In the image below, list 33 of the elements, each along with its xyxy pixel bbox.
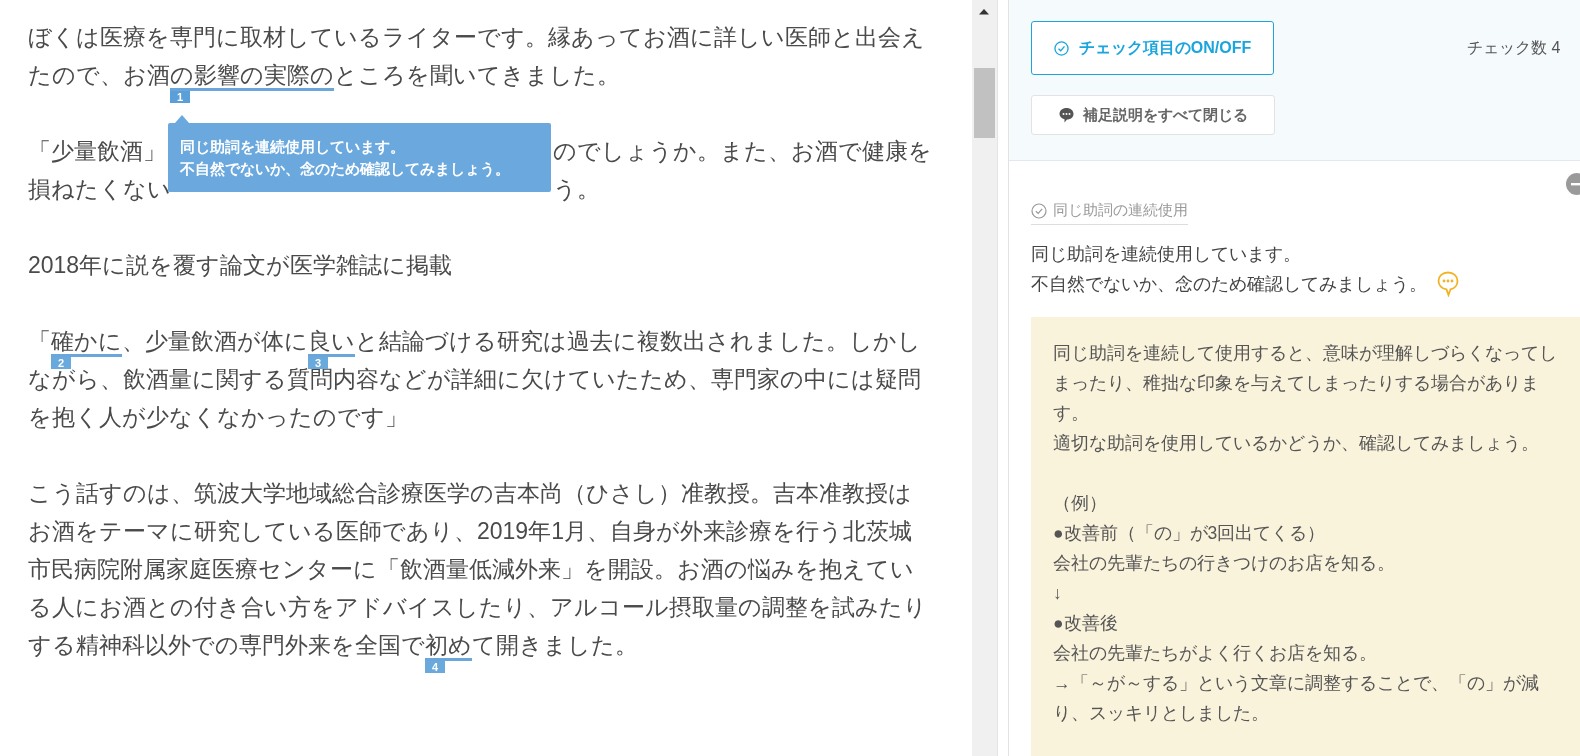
- marker-badge[interactable]: 4: [425, 661, 445, 673]
- speech-bubble-icon: [1058, 107, 1074, 123]
- scroll-up-icon[interactable]: [978, 8, 990, 15]
- explanation-text: →「～が～する」という文章に調整することで、「の」が減り、スッキリとしました。: [1053, 672, 1540, 725]
- category-text: 同じ助詞の連続使用: [1053, 201, 1188, 220]
- explanation-text: 同じ助詞を連続して使用すると、意味が理解しづらくなってしまったり、稚拙な印象を与えてしまったりする場合があります。: [1053, 342, 1558, 425]
- check-count: チェック数 4: [1467, 38, 1561, 58]
- explanation-text: ●改善前（「の」が3回出てくる）: [1053, 522, 1327, 545]
- explanation-text: 会社の先輩たちの行きつけのお店を知る。: [1053, 552, 1396, 575]
- close-notes-button[interactable]: 補足説明をすべて閉じる: [1031, 95, 1275, 135]
- message-text: 不自然でないか、念のため確認してみましょう。: [1031, 273, 1427, 296]
- scroll-thumb[interactable]: [974, 68, 995, 138]
- article-text: 「少量飲酒」: [28, 137, 166, 166]
- article-text: う。: [553, 175, 600, 204]
- explanation-text: 適切な助詞を使用しているかどうか、確認してみましょう。: [1053, 432, 1540, 455]
- explanation-text: 会社の先輩たちがよく行くお店を知る。: [1053, 642, 1378, 665]
- explanation-text: ●改善後: [1053, 612, 1119, 635]
- explanation-text: ↓: [1053, 582, 1063, 605]
- toggle-checks-button[interactable]: チェック項目のON/OFF: [1031, 21, 1274, 75]
- article-paragraph: ぼくは医療を専門に取材しているライターです。縁あってお酒に詳しい医師と出会えたので、お酒の影響の実際の ところを聞いてきました。: [28, 18, 933, 94]
- check-circle-icon: [1053, 40, 1069, 56]
- marker-badge[interactable]: 1: [170, 91, 190, 103]
- marker-badge[interactable]: 2: [51, 357, 71, 369]
- marker-badge[interactable]: 3: [308, 357, 328, 369]
- article-paragraph: 2018年に説を覆す論文が医学雑誌に掲載: [28, 251, 454, 280]
- check-circle-icon: [1031, 202, 1047, 219]
- explanation-text: （例）: [1053, 492, 1108, 515]
- article-text: のでしょうか。また、お酒で健康を: [553, 137, 932, 166]
- scrollbar[interactable]: [972, 0, 998, 756]
- message-text: 同じ助詞を連続使用しています。: [1031, 243, 1301, 266]
- tooltip: 同じ助詞を連続使用しています。 不自然でないか、念のため確認してみましょう。: [168, 123, 551, 192]
- speech-bubble-icon[interactable]: [1437, 271, 1459, 297]
- article-text: 損ねたくない: [28, 175, 171, 204]
